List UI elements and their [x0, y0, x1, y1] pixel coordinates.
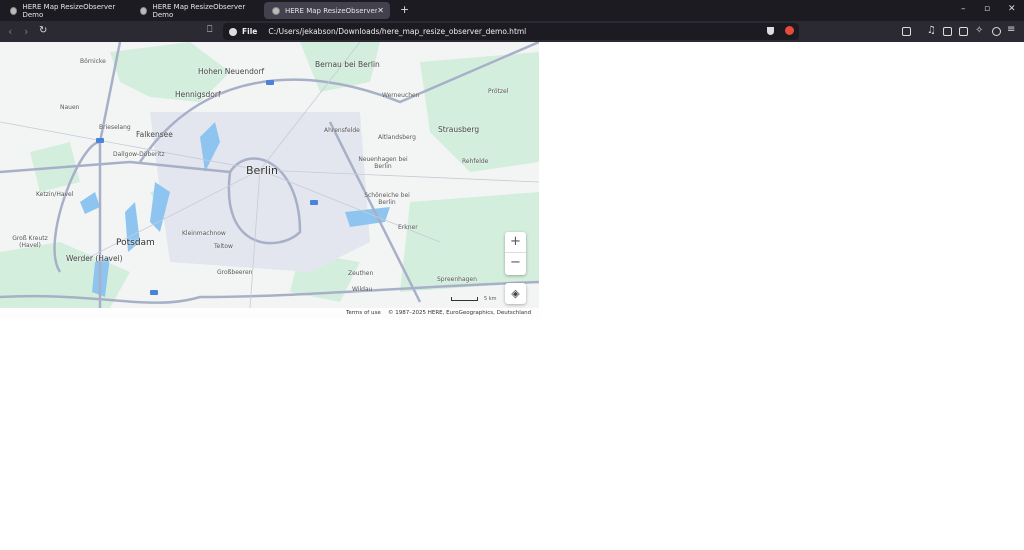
info-icon[interactable] — [229, 27, 237, 36]
layers-icon: ◈ — [511, 287, 520, 300]
tab-active[interactable]: HERE Map ResizeObserver Demo✕ — [264, 2, 390, 19]
tab-title: HERE Map ResizeObserver Demo — [152, 2, 246, 19]
zoom-out-button[interactable]: − — [505, 253, 526, 274]
map-label: Potsdam — [116, 238, 155, 248]
map-label: Ahrensfelde — [324, 127, 360, 134]
map-label: Groß Kreutz (Havel) — [12, 235, 48, 249]
map-label: Kleinmachnow — [182, 230, 226, 237]
map-label: Börnicke — [80, 58, 106, 65]
bookmark-icon[interactable]: ⎕ — [207, 25, 212, 35]
rewards-icon[interactable] — [785, 26, 794, 35]
map-label: Prötzel — [488, 88, 509, 95]
wallet-icon[interactable] — [959, 27, 968, 36]
map-label: Werder (Havel) — [66, 254, 123, 263]
maximize-button[interactable]: ▫ — [984, 4, 990, 14]
map-label: Teltow — [214, 243, 233, 250]
copyright-text: © 1987–2025 HERE, EuroGeographics, Deuts… — [388, 310, 532, 316]
leo-ai-icon[interactable]: ✧ — [975, 25, 983, 36]
address-bar[interactable]: File C:/Users/jekabson/Downloads/here_ma… — [223, 23, 799, 40]
forward-button[interactable]: › — [24, 25, 28, 38]
map-label: Wildau — [352, 286, 373, 293]
tab-title: HERE Map ResizeObserver Demo — [285, 6, 377, 15]
minimize-button[interactable]: – — [961, 4, 966, 14]
map-label: Ketzin/Havel — [36, 191, 74, 198]
terms-of-use-link[interactable]: Terms of use — [346, 310, 381, 316]
map-label: Hennigsdorf — [175, 90, 221, 99]
map-label: Bernau bei Berlin — [315, 60, 380, 69]
zoom-control: + − — [505, 232, 526, 275]
layers-button[interactable]: ◈ — [505, 283, 526, 304]
map-label: Neuenhagen bei Berlin — [358, 156, 408, 170]
back-button[interactable]: ‹ — [8, 25, 12, 38]
tab-strip: HERE Map ResizeObserver Demo HERE Map Re… — [0, 0, 1024, 21]
map-label: Dallgow-Döberitz — [113, 151, 165, 158]
navigation-toolbar: ‹ › ↻ ⎕ File C:/Users/jekabson/Downloads… — [0, 21, 1024, 42]
map-label-berlin: Berlin — [246, 164, 278, 177]
map-label: Erkner — [398, 224, 418, 231]
map-label: Hohen Neuendorf — [198, 67, 265, 76]
close-tab-icon[interactable]: ✕ — [377, 6, 384, 15]
map-attribution: Terms of use © 1987–2025 HERE, EuroGeogr… — [0, 308, 539, 318]
map-label: Großbeeren — [217, 269, 253, 276]
globe-icon — [10, 6, 18, 15]
map-label: Werneuchen — [382, 92, 420, 99]
new-tab-button[interactable]: + — [400, 3, 409, 16]
map-label: Rehfelde — [462, 158, 489, 165]
url-text[interactable]: C:/Users/jekabson/Downloads/here_map_res… — [268, 27, 526, 36]
map-label: Altlandsberg — [378, 134, 416, 141]
zoom-in-button[interactable]: + — [505, 232, 526, 253]
tab[interactable]: HERE Map ResizeObserver Demo — [2, 2, 128, 19]
reload-button[interactable]: ↻ — [39, 25, 47, 36]
music-icon[interactable]: ♫ — [927, 25, 936, 36]
map-label: Schöneiche bei Berlin — [364, 192, 410, 206]
close-window-button[interactable]: ✕ — [1008, 4, 1016, 14]
tab-title: HERE Map ResizeObserver Demo — [22, 2, 116, 19]
brave-shield-icon[interactable] — [767, 27, 774, 35]
screenshot-icon[interactable] — [902, 27, 911, 36]
sidebar-icon[interactable] — [943, 27, 952, 36]
globe-icon — [272, 6, 280, 15]
map-label: Falkensee — [136, 130, 173, 139]
vpn-icon[interactable] — [992, 27, 1001, 36]
scheme-label: File — [242, 27, 258, 36]
map-label: Strausberg — [438, 125, 480, 134]
scale-label: 5 km — [484, 296, 497, 302]
here-map[interactable]: Börnicke Hohen Neuendorf Bernau bei Berl… — [0, 42, 539, 318]
map-label: Spreenhagen — [437, 276, 477, 283]
globe-icon — [140, 6, 148, 15]
scale-bar — [451, 297, 478, 301]
menu-icon[interactable]: ≡ — [1007, 24, 1015, 35]
map-label: Brieselang — [99, 124, 131, 131]
map-label: Nauen — [60, 104, 80, 111]
map-label: Zeuthen — [348, 270, 374, 277]
tab[interactable]: HERE Map ResizeObserver Demo — [132, 2, 258, 19]
